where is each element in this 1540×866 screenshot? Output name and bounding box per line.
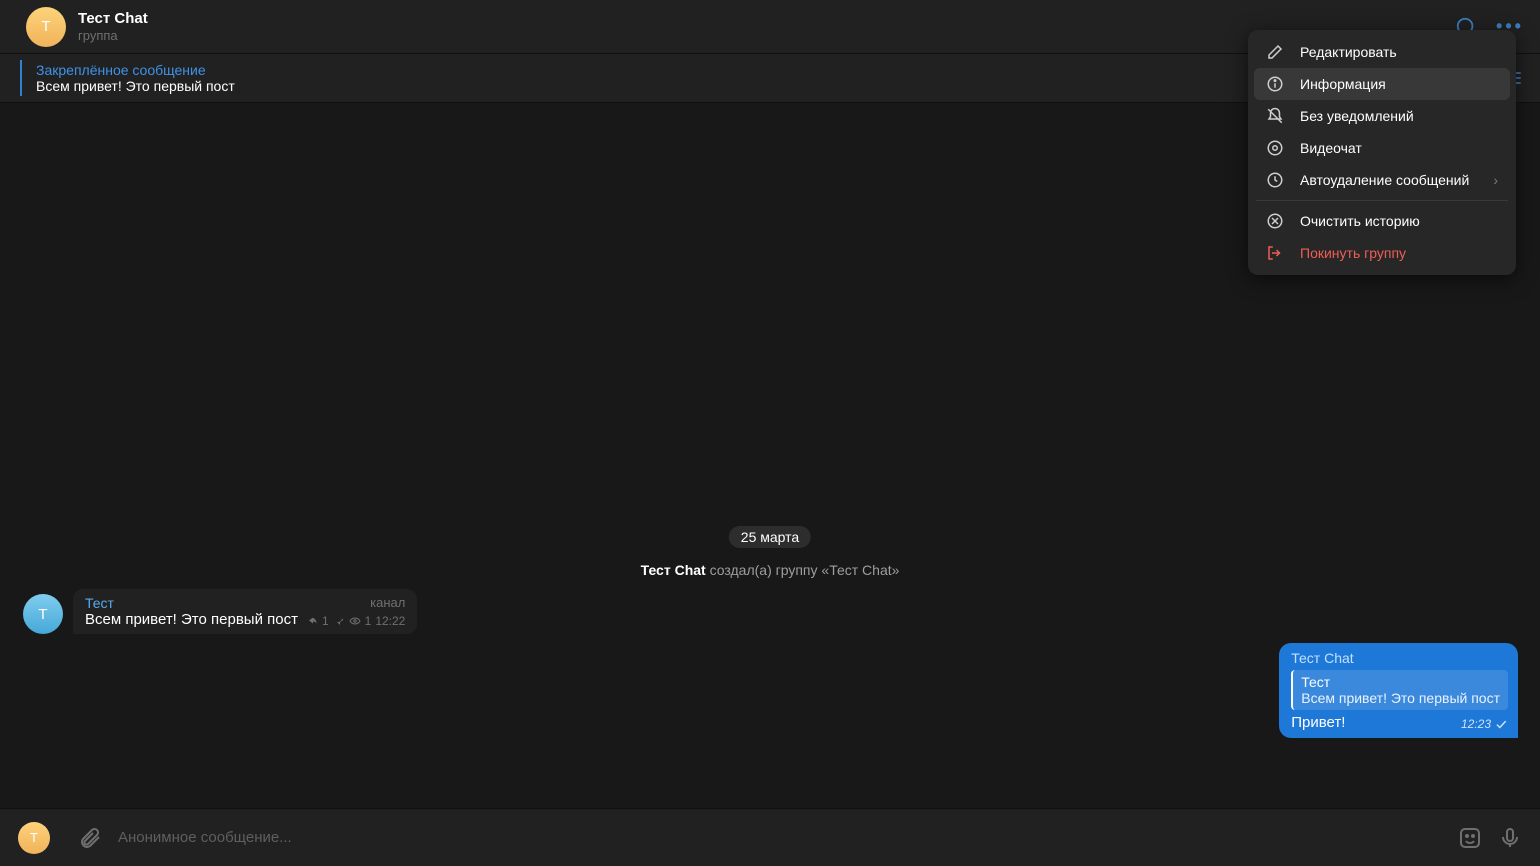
chat-title: Тест Chat [78, 10, 148, 28]
out-message-time: 12:23 [1461, 717, 1491, 731]
message-meta: 1 1 12:22 [306, 614, 405, 628]
message-in[interactable]: Т Тест канал Всем привет! Это первый пос… [23, 589, 417, 634]
leave-icon [1266, 244, 1284, 262]
date-divider: 25 марта [729, 526, 811, 548]
message-bubble-out: Тест Chat Тест Всем привет! Это первый п… [1279, 643, 1518, 738]
menu-autodelete[interactable]: Автоудаление сообщений › [1254, 164, 1510, 196]
message-text: Всем привет! Это первый пост [85, 611, 298, 628]
reply-body: Всем привет! Это первый пост [1301, 690, 1500, 706]
pin-icon [333, 615, 345, 627]
sender-avatar[interactable]: Т [23, 594, 63, 634]
reply-block[interactable]: Тест Всем привет! Это первый пост [1291, 670, 1508, 710]
context-menu: Редактировать Информация Без уведомлений… [1248, 30, 1516, 275]
pinned-text: Всем привет! Это первый пост [36, 78, 235, 94]
chat-title-block[interactable]: Тест Chat группа [78, 10, 148, 44]
sticker-icon[interactable] [1458, 826, 1482, 850]
mic-icon[interactable] [1498, 826, 1522, 850]
menu-separator [1256, 200, 1508, 201]
reply-sender: Тест [1301, 674, 1500, 690]
message-input[interactable] [118, 829, 1442, 846]
chevron-right-icon: › [1493, 172, 1498, 188]
out-message-meta: 12:23 [1461, 717, 1508, 731]
via-label: канал [370, 595, 405, 610]
pinned-indicator [20, 60, 22, 96]
menu-leave[interactable]: Покинуть группу [1254, 237, 1510, 269]
eye-icon [349, 615, 361, 627]
message-time: 12:22 [375, 614, 405, 628]
menu-edit[interactable]: Редактировать [1254, 36, 1510, 68]
video-icon [1266, 139, 1284, 157]
mute-icon [1266, 107, 1284, 125]
input-avatar[interactable]: Т [18, 822, 50, 854]
system-message: Тест Chat создал(а) группу «Тест Chat» [641, 562, 900, 578]
edit-icon [1266, 43, 1284, 61]
message-bubble-in: Тест канал Всем привет! Это первый пост … [73, 589, 417, 634]
info-icon [1266, 75, 1284, 93]
attach-icon[interactable] [78, 826, 102, 850]
out-sender: Тест Chat [1291, 650, 1508, 666]
menu-clear[interactable]: Очистить историю [1254, 205, 1510, 237]
check-icon [1494, 717, 1508, 731]
menu-info[interactable]: Информация [1254, 68, 1510, 100]
out-message-text: Привет! [1291, 714, 1345, 731]
message-out[interactable]: Тест Chat Тест Всем привет! Это первый п… [1279, 643, 1518, 738]
clock-icon [1266, 171, 1284, 189]
pinned-title: Закреплённое сообщение [36, 62, 235, 78]
menu-mute[interactable]: Без уведомлений [1254, 100, 1510, 132]
clear-icon [1266, 212, 1284, 230]
share-icon [306, 615, 318, 627]
chat-subtitle: группа [78, 28, 148, 44]
chat-avatar[interactable]: Т [26, 7, 66, 47]
sender-name[interactable]: Тест [85, 595, 114, 611]
menu-video[interactable]: Видеочат [1254, 132, 1510, 164]
input-bar: Т [0, 808, 1540, 866]
